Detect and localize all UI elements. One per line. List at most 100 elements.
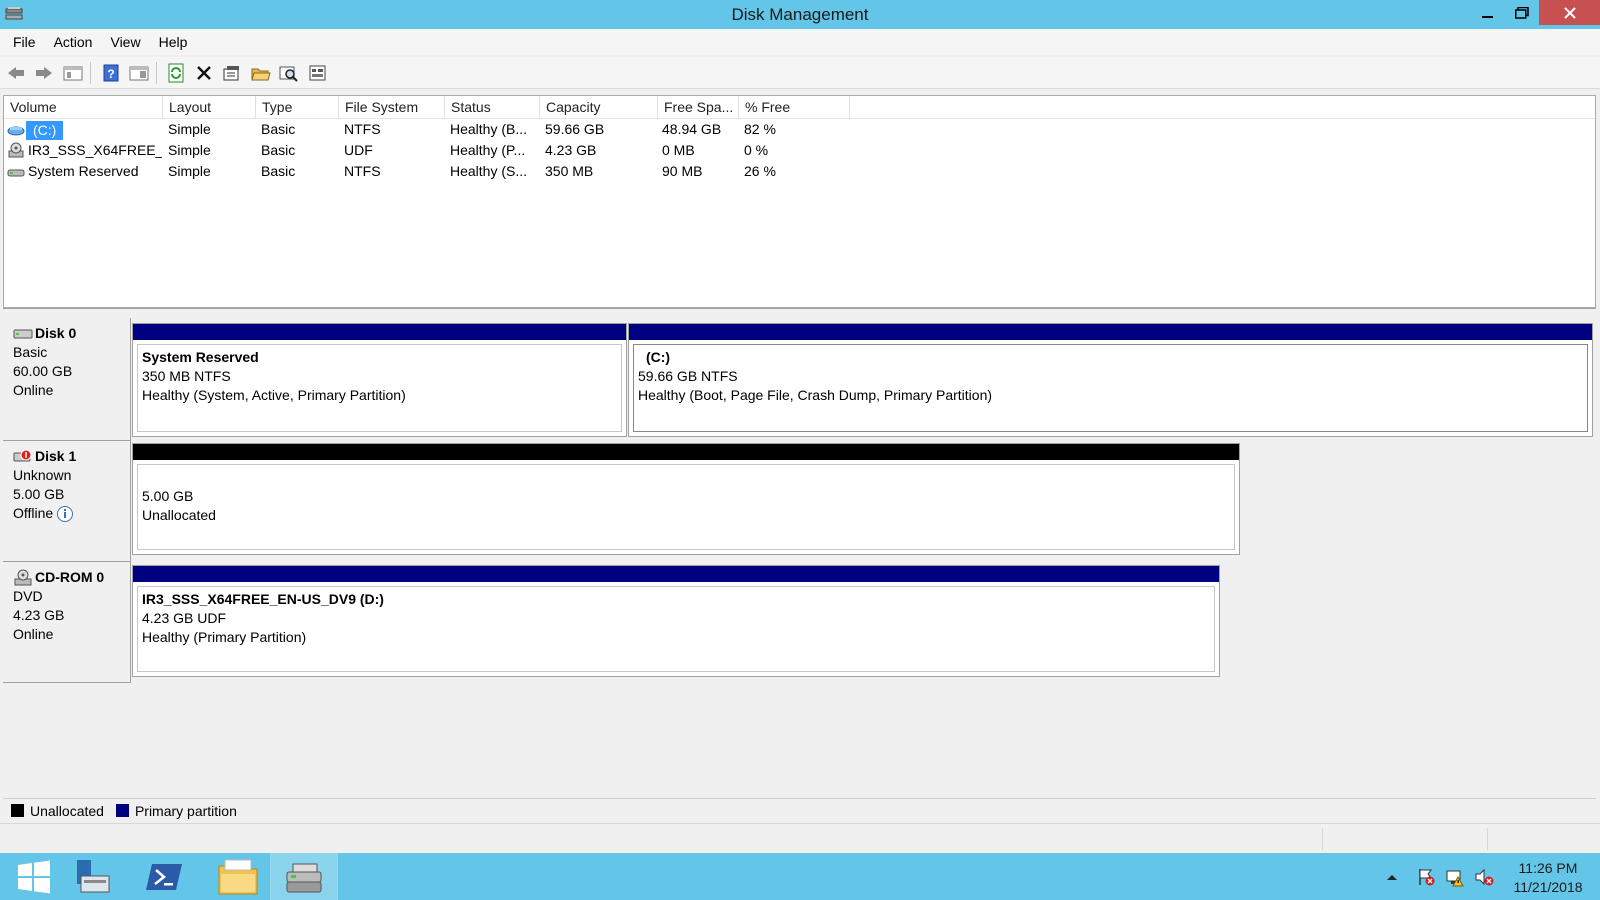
disk-state: Online (13, 626, 54, 642)
column-header-layout[interactable]: Layout (163, 96, 256, 119)
partition-bar (133, 324, 626, 340)
partition-system-reserved[interactable]: System Reserved 350 MB NTFS Healthy (Sys… (132, 323, 627, 437)
menu-help[interactable]: Help (150, 34, 197, 50)
server-manager-taskbar-button[interactable] (58, 853, 126, 900)
minimize-button[interactable] (1471, 0, 1505, 25)
disk-name: CD-ROM 0 (35, 569, 105, 585)
disk-size: 5.00 GB (13, 486, 65, 502)
disk-management-icon (286, 863, 322, 892)
partition-bar (629, 324, 1592, 340)
file-explorer-taskbar-button[interactable] (204, 853, 272, 900)
taskbar: 11:26 PM 11/21/2018 (0, 853, 1600, 900)
cdrom-0-label[interactable]: CD-ROM 0 DVD 4.23 GB Online (3, 562, 131, 683)
partition-size: 5.00 GB (142, 488, 194, 504)
help-icon[interactable]: ? (100, 62, 122, 84)
column-header-file-system[interactable]: File System (339, 96, 445, 119)
status-segment (1487, 828, 1597, 850)
table-row[interactable]: (C:) Simple Basic NTFS Healthy (B... 59.… (4, 119, 1595, 140)
menu-action[interactable]: Action (45, 34, 102, 50)
table-row[interactable]: IR3_SSS_X64FREE_... Simple Basic UDF Hea… (4, 140, 1595, 161)
table-row[interactable]: System Reserved Simple Basic NTFS Health… (4, 161, 1595, 182)
legend: Unallocated Primary partition (3, 798, 1596, 822)
partition-c[interactable]: (C:) 59.66 GB NTFS Healthy (Boot, Page F… (628, 323, 1593, 437)
partition-bar (133, 566, 1219, 582)
settings-icon[interactable] (307, 62, 329, 84)
disk-name: Disk 0 (35, 325, 77, 341)
partition-title: IR3_SSS_X64FREE_EN-US_DV9 (D:) (142, 591, 384, 607)
disk-management-taskbar-button[interactable] (270, 853, 338, 900)
close-button[interactable] (1539, 0, 1600, 25)
disk-0-label[interactable]: Disk 0 Basic 60.00 GB Online (3, 318, 131, 441)
column-header-free-space[interactable]: Free Spa... (658, 96, 739, 119)
explore-icon[interactable] (278, 62, 300, 84)
free-space-cell: 0 MB (662, 142, 695, 158)
clock[interactable]: 11:26 PM 11/21/2018 (1506, 859, 1590, 897)
speaker-muted-icon[interactable] (1474, 867, 1494, 887)
info-icon[interactable] (56, 505, 74, 523)
disk-state: Online (13, 382, 54, 398)
windows-logo-icon (18, 860, 50, 893)
console-tree-icon[interactable] (62, 62, 84, 84)
legend-unallocated: Unallocated (30, 802, 104, 819)
column-header-type[interactable]: Type (256, 96, 339, 119)
clock-date: 11/21/2018 (1513, 879, 1583, 895)
action-center-flag-icon[interactable] (1416, 867, 1436, 887)
partition-dvd[interactable]: IR3_SSS_X64FREE_EN-US_DV9 (D:) 4.23 GB U… (132, 565, 1220, 677)
svg-text:?: ? (107, 67, 114, 81)
partition-title: System Reserved (142, 349, 259, 365)
toolbar: ? (0, 57, 1600, 89)
network-warning-icon[interactable] (1445, 867, 1465, 887)
properties-icon[interactable] (221, 62, 243, 84)
percent-free-cell: 82 % (744, 121, 776, 137)
title-bar: Disk Management (0, 0, 1600, 29)
disk-type: Unknown (13, 467, 72, 483)
capacity-cell: 59.66 GB (545, 121, 605, 137)
status-bar (0, 823, 1600, 850)
menu-bar: File Action View Help (0, 29, 1600, 55)
partition-status: Unallocated (142, 507, 216, 523)
restore-button[interactable] (1505, 0, 1539, 25)
disk-1-label[interactable]: Disk 1 Unknown 5.00 GB Offline (3, 441, 131, 562)
partition-status: Healthy (Primary Partition) (142, 629, 307, 645)
menu-view[interactable]: View (101, 34, 149, 50)
partition-bar (133, 444, 1239, 460)
volume-list-header: Volume Layout Type File System Status Ca… (4, 96, 1595, 119)
pane-splitter[interactable] (3, 308, 1596, 314)
back-icon[interactable] (5, 62, 27, 84)
status-segment (1322, 828, 1487, 850)
type-cell: Basic (261, 121, 296, 137)
refresh-icon[interactable] (165, 62, 187, 84)
percent-free-cell: 0 % (744, 142, 769, 158)
unallocated-swatch (11, 804, 24, 817)
partition-size: 4.23 GB UDF (142, 610, 227, 626)
window-title: Disk Management (731, 5, 869, 24)
powershell-taskbar-button[interactable] (130, 853, 198, 900)
column-header-status[interactable]: Status (445, 96, 540, 119)
disk-graphical-view: Disk 0 Basic 60.00 GB Online System Rese… (3, 318, 1596, 793)
status-cell: Healthy (B... (450, 121, 528, 137)
layout-cell: Simple (168, 163, 211, 179)
delete-icon[interactable] (193, 62, 215, 84)
drive-icon (7, 121, 25, 138)
drive-icon (7, 163, 25, 180)
column-header-percent-free[interactable]: % Free (739, 96, 850, 119)
forward-icon[interactable] (33, 62, 55, 84)
column-header-volume[interactable]: Volume (4, 96, 163, 119)
column-header-capacity[interactable]: Capacity (540, 96, 658, 119)
legend-primary-partition: Primary partition (134, 802, 237, 819)
status-cell: Healthy (P... (450, 142, 526, 158)
menu-file[interactable]: File (4, 34, 45, 50)
disk-state: Offline (13, 505, 54, 521)
open-folder-icon[interactable] (250, 62, 272, 84)
disk-icon (13, 329, 33, 338)
disk-type: DVD (13, 588, 43, 604)
chevron-up-icon[interactable] (1382, 867, 1402, 887)
partition-unallocated[interactable]: 5.00 GB Unallocated (132, 443, 1240, 555)
clock-time: 11:26 PM (1518, 860, 1578, 876)
percent-free-cell: 26 % (744, 163, 776, 179)
server-manager-icon (77, 859, 110, 892)
disk-name: Disk 1 (35, 448, 77, 464)
show-pane-icon[interactable] (128, 62, 150, 84)
partition-size: 59.66 GB NTFS (638, 368, 738, 384)
toolbar-separator (156, 62, 157, 84)
